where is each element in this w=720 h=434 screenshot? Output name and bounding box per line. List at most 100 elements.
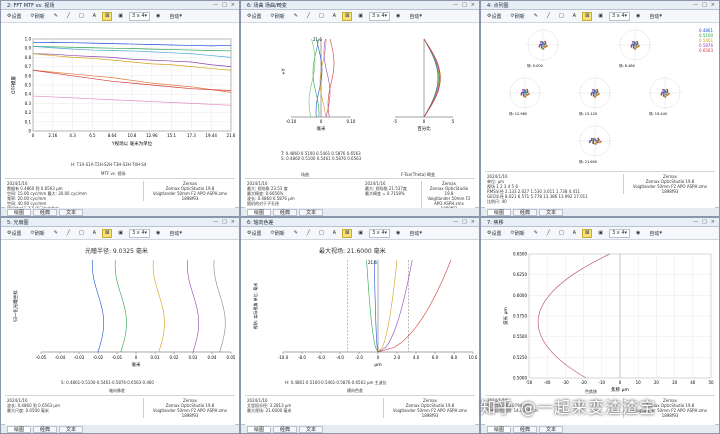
refresh-button[interactable]: ⟳ 刷新 <box>268 12 288 21</box>
auto-button[interactable]: 自动 ▾ <box>406 12 425 21</box>
maximize-icon[interactable]: □ <box>702 219 707 225</box>
auto-button[interactable]: 自动 ▾ <box>646 229 665 238</box>
minimize-icon[interactable]: — <box>453 219 458 225</box>
tab-text[interactable]: 文本 <box>539 425 564 433</box>
settings-button[interactable]: ⚙ 设置 <box>244 12 265 21</box>
pencil-button[interactable]: ✎ <box>531 12 541 21</box>
line-button[interactable]: ╱ <box>64 12 73 21</box>
text-button[interactable]: A <box>330 229 339 238</box>
text-button[interactable]: A <box>90 12 99 21</box>
close-icon[interactable]: × <box>711 219 715 225</box>
settings-button[interactable]: ⚙ 设置 <box>244 229 265 238</box>
layout-select[interactable]: 3 x 4 ▾ <box>369 228 391 238</box>
tab-text[interactable]: 文本 <box>299 208 324 216</box>
rect-button[interactable]: □ <box>556 12 567 21</box>
refresh-button[interactable]: ⟳ 刷新 <box>28 229 48 238</box>
tab-classic[interactable]: 经典 <box>33 425 58 433</box>
pencil-button[interactable]: ✎ <box>291 229 301 238</box>
tab-plot[interactable]: 绘图 <box>487 208 512 216</box>
pane-title-bar[interactable]: 2: FFT MTF vs. 视场 — □ × <box>1 1 239 10</box>
window-button[interactable]: ▣ <box>355 12 366 21</box>
rect-button[interactable]: □ <box>316 12 327 21</box>
zoom-button[interactable]: ⊠ <box>342 11 353 21</box>
zoom-button[interactable]: ⊠ <box>102 11 113 21</box>
close-icon[interactable]: × <box>471 2 475 8</box>
pane-title-bar[interactable]: 6: 场曲 场曲/畸变 — □ × <box>241 1 479 10</box>
close-icon[interactable]: × <box>711 2 715 8</box>
cycle-button[interactable]: ◉ <box>633 229 643 238</box>
cycle-button[interactable]: ◉ <box>633 12 643 21</box>
zoom-button[interactable]: ⊠ <box>582 228 593 238</box>
zoom-button[interactable]: ⊠ <box>102 228 113 238</box>
cycle-button[interactable]: ◉ <box>153 12 163 21</box>
refresh-button[interactable]: ⟳ 刷新 <box>508 12 528 21</box>
pane-title-bar[interactable]: 4: 点列图 — □ × <box>481 1 719 10</box>
tab-classic[interactable]: 经典 <box>273 425 298 433</box>
window-button[interactable]: ▣ <box>595 229 606 238</box>
auto-button[interactable]: 自动 ▾ <box>406 229 425 238</box>
window-button[interactable]: ▣ <box>115 229 126 238</box>
close-icon[interactable]: × <box>231 219 235 225</box>
maximize-icon[interactable]: □ <box>702 2 707 8</box>
tab-plot[interactable]: 绘图 <box>247 425 272 433</box>
refresh-button[interactable]: ⟳ 刷新 <box>28 12 48 21</box>
rect-button[interactable]: □ <box>316 229 327 238</box>
tab-text[interactable]: 文本 <box>59 425 84 433</box>
window-button[interactable]: ▣ <box>595 12 606 21</box>
tab-plot[interactable]: 绘图 <box>247 208 272 216</box>
layout-select[interactable]: 3 x 4 ▾ <box>129 11 151 21</box>
pencil-button[interactable]: ✎ <box>51 12 61 21</box>
pane-title-bar[interactable]: 7: 焦移 — □ × <box>481 218 719 227</box>
text-button[interactable]: A <box>570 12 579 21</box>
auto-button[interactable]: 自动 ▾ <box>646 12 665 21</box>
settings-button[interactable]: ⚙ 设置 <box>484 12 505 21</box>
tab-text[interactable]: 文本 <box>539 208 564 216</box>
layout-select[interactable]: 3 x 4 ▾ <box>609 228 631 238</box>
tab-classic[interactable]: 经典 <box>33 208 58 216</box>
pencil-button[interactable]: ✎ <box>51 229 61 238</box>
minimize-icon[interactable]: — <box>693 2 698 8</box>
minimize-icon[interactable]: — <box>213 2 218 8</box>
pane-title-bar[interactable]: 6: 轴向色差 — □ × <box>241 218 479 227</box>
rect-button[interactable]: □ <box>76 229 87 238</box>
minimize-icon[interactable]: — <box>453 2 458 8</box>
maximize-icon[interactable]: □ <box>462 2 467 8</box>
pane-title-bar[interactable]: 5: 光扇图 — □ × <box>1 218 239 227</box>
line-button[interactable]: ╱ <box>304 229 313 238</box>
line-button[interactable]: ╱ <box>544 229 553 238</box>
close-icon[interactable]: × <box>471 219 475 225</box>
tab-classic[interactable]: 经典 <box>273 208 298 216</box>
layout-select[interactable]: 3 x 4 ▾ <box>129 228 151 238</box>
window-button[interactable]: ▣ <box>115 12 126 21</box>
line-button[interactable]: ╱ <box>544 12 553 21</box>
cycle-button[interactable]: ◉ <box>153 229 163 238</box>
layout-select[interactable]: 3 x 4 ▾ <box>369 11 391 21</box>
rect-button[interactable]: □ <box>556 229 567 238</box>
text-button[interactable]: A <box>90 229 99 238</box>
settings-button[interactable]: ⚙ 设置 <box>4 229 25 238</box>
pencil-button[interactable]: ✎ <box>531 229 541 238</box>
text-button[interactable]: A <box>570 229 579 238</box>
tab-classic[interactable]: 经典 <box>513 425 538 433</box>
close-icon[interactable]: × <box>231 2 235 8</box>
settings-button[interactable]: ⚙ 设置 <box>4 12 25 21</box>
minimize-icon[interactable]: — <box>693 219 698 225</box>
tab-text[interactable]: 文本 <box>59 208 84 216</box>
maximize-icon[interactable]: □ <box>462 219 467 225</box>
text-button[interactable]: A <box>330 12 339 21</box>
cycle-button[interactable]: ◉ <box>393 12 403 21</box>
refresh-button[interactable]: ⟳ 刷新 <box>508 229 528 238</box>
rect-button[interactable]: □ <box>76 12 87 21</box>
pencil-button[interactable]: ✎ <box>291 12 301 21</box>
maximize-icon[interactable]: □ <box>222 2 227 8</box>
line-button[interactable]: ╱ <box>304 12 313 21</box>
settings-button[interactable]: ⚙ 设置 <box>484 229 505 238</box>
tab-plot[interactable]: 绘图 <box>7 208 32 216</box>
cycle-button[interactable]: ◉ <box>393 229 403 238</box>
tab-text[interactable]: 文本 <box>299 425 324 433</box>
tab-plot[interactable]: 绘图 <box>7 425 32 433</box>
layout-select[interactable]: 3 x 4 ▾ <box>609 11 631 21</box>
auto-button[interactable]: 自动 ▾ <box>166 229 185 238</box>
zoom-button[interactable]: ⊠ <box>342 228 353 238</box>
zoom-button[interactable]: ⊠ <box>582 11 593 21</box>
